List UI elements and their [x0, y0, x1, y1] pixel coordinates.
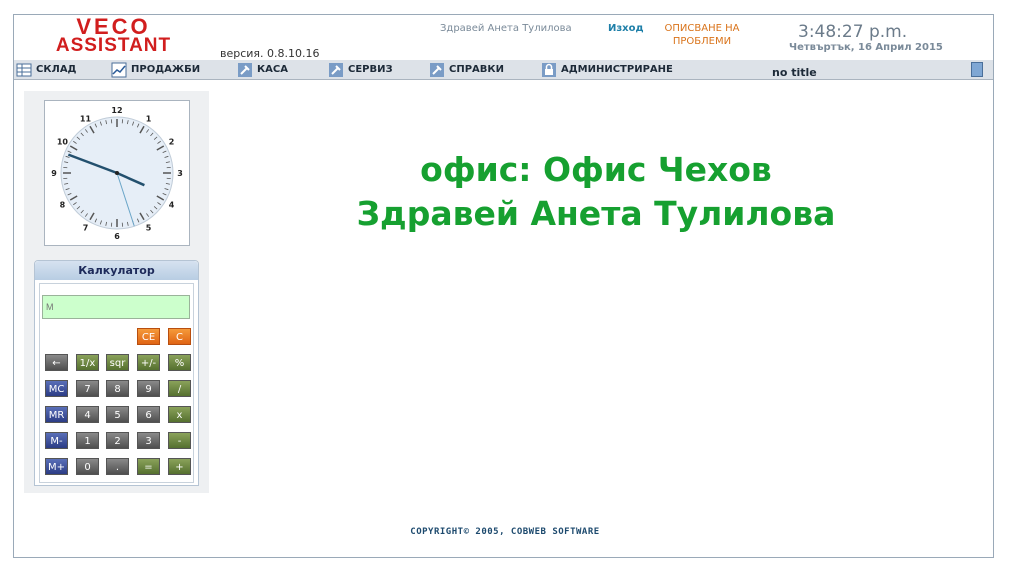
calculator-title: Калкулатор: [35, 261, 198, 280]
menu-item-label: ПРОДАЖБИ: [131, 64, 201, 75]
menu-item-label: КАСА: [257, 64, 288, 75]
current-date: Четвъртък, 16 Април 2015: [789, 42, 943, 53]
calc-mminus-button[interactable]: M-: [45, 432, 68, 449]
menu-item-service[interactable]: СЕРВИЗ: [328, 60, 393, 79]
calc-equals-button[interactable]: =: [137, 458, 160, 475]
version-label: версия. 0.8.10.16: [220, 47, 320, 60]
calc-4-button[interactable]: 4: [76, 406, 99, 423]
trash-icon[interactable]: [971, 62, 983, 77]
veco-logo: VECO ASSISTANT: [36, 14, 191, 56]
calc-9-button[interactable]: 9: [137, 380, 160, 397]
calc-inverse-button[interactable]: 1/x: [76, 354, 99, 371]
calc-mc-button[interactable]: MC: [45, 380, 68, 397]
logout-link[interactable]: Изход: [608, 23, 644, 34]
chart-icon: [111, 62, 127, 78]
calc-mr-button[interactable]: MR: [45, 406, 68, 423]
warehouse-icon: [16, 62, 32, 78]
office-heading: офис: Офис Чехов: [420, 150, 772, 189]
lock-icon: [541, 62, 557, 78]
menu-item-warehouse[interactable]: СКЛАД: [16, 60, 76, 79]
logo-line1: VECO: [76, 14, 151, 39]
clock-number: 12: [111, 106, 122, 115]
calc-0-button[interactable]: 0: [76, 458, 99, 475]
calc-mplus-button[interactable]: M+: [45, 458, 68, 475]
hammer-icon: [328, 62, 344, 78]
calc-5-button[interactable]: 5: [106, 406, 129, 423]
hammer-icon: [429, 62, 445, 78]
calc-divide-button[interactable]: /: [168, 380, 191, 397]
clock-number: 6: [114, 232, 120, 241]
current-time: 3:48:27 p.m.: [798, 22, 908, 42]
menu-item-reports[interactable]: СПРАВКИ: [429, 60, 504, 79]
menu-item-label: АДМИНИСТРИРАНЕ: [561, 64, 673, 75]
menu-item-sales[interactable]: ПРОДАЖБИ: [111, 60, 200, 79]
calc-percent-button[interactable]: %: [168, 354, 191, 371]
greeting-text: Здравей Анета Тулилова: [440, 23, 572, 34]
menu-item-admin[interactable]: АДМИНИСТРИРАНЕ: [541, 60, 673, 79]
calculator-panel: Калкулатор: [34, 260, 199, 486]
calc-sign-button[interactable]: +/-: [137, 354, 160, 371]
menu-item-label: СПРАВКИ: [449, 64, 504, 75]
calc-8-button[interactable]: 8: [106, 380, 129, 397]
logo-line2: ASSISTANT: [55, 35, 172, 56]
copyright-footer: COPYRIGHT© 2005, COBWEB SOFTWARE: [410, 527, 600, 537]
calc-backspace-button[interactable]: ←: [45, 354, 68, 371]
menu-item-cash[interactable]: КАСА: [237, 60, 288, 79]
menu-item-label: СЕРВИЗ: [348, 64, 393, 75]
hammer-icon: [237, 62, 253, 78]
report-problems-link[interactable]: ОПИСВАНЕ НА ПРОБЛЕМИ: [650, 22, 754, 48]
clock-number: 2: [169, 138, 175, 147]
welcome-heading: Здравей Анета Тулилова: [356, 194, 836, 233]
calc-add-button[interactable]: +: [168, 458, 191, 475]
calc-1-button[interactable]: 1: [76, 432, 99, 449]
calc-ce-button[interactable]: CE: [137, 328, 160, 345]
menu-item-label: СКЛАД: [36, 64, 77, 75]
calc-sqr-button[interactable]: sqr: [106, 354, 129, 371]
calc-subtract-button[interactable]: -: [168, 432, 191, 449]
calc-c-button[interactable]: C: [168, 328, 191, 345]
clock-number: 1: [146, 114, 152, 123]
calc-2-button[interactable]: 2: [106, 432, 129, 449]
report-problems-line2: ПРОБЛЕМИ: [672, 36, 732, 47]
window-title: no title: [772, 66, 817, 79]
calc-dot-button[interactable]: .: [106, 458, 129, 475]
calc-6-button[interactable]: 6: [137, 406, 160, 423]
calc-multiply-button[interactable]: x: [168, 406, 191, 423]
clock-number: 11: [80, 114, 92, 123]
report-problems-line1: ОПИСВАНЕ НА: [664, 23, 740, 34]
calc-7-button[interactable]: 7: [76, 380, 99, 397]
calc-3-button[interactable]: 3: [137, 432, 160, 449]
clock-number: 10: [57, 138, 69, 147]
calculator-display[interactable]: [42, 295, 190, 319]
